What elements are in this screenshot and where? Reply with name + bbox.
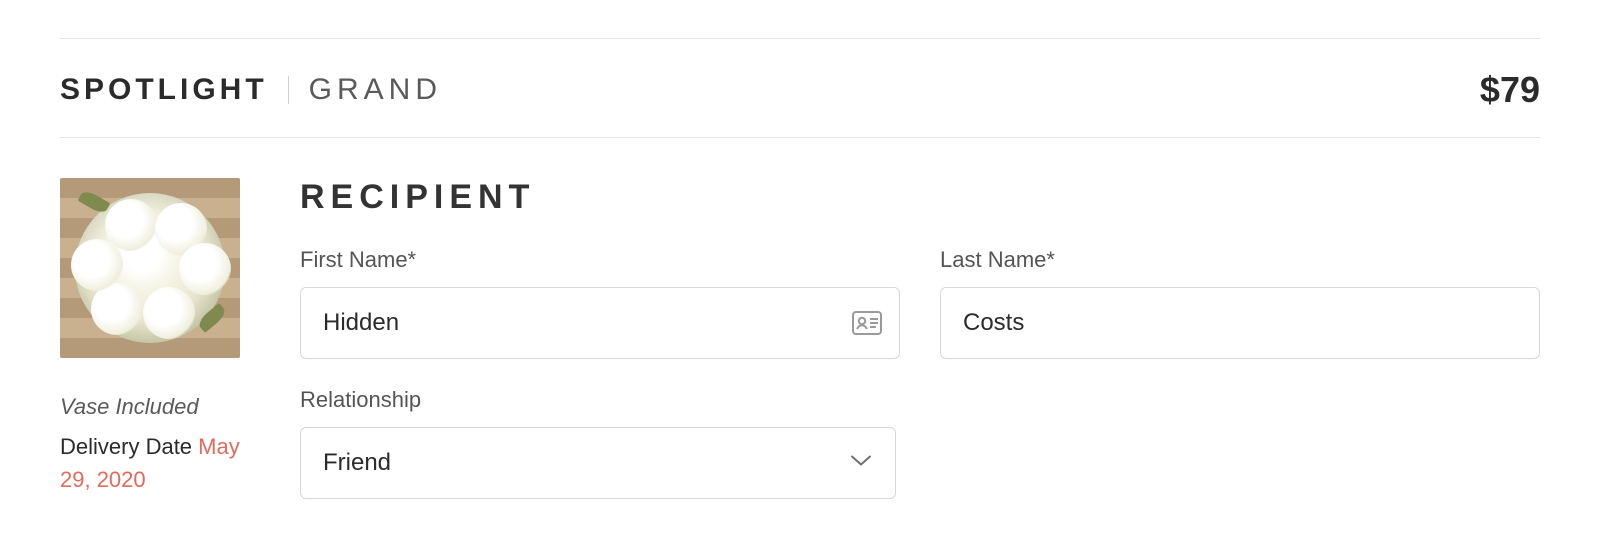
contact-card-icon: [852, 311, 882, 335]
relationship-select[interactable]: Friend: [300, 427, 896, 499]
relationship-selected-value: Friend: [323, 449, 391, 477]
last-name-input[interactable]: [940, 287, 1540, 359]
title-divider: [288, 76, 289, 104]
product-header: SPOTLIGHT GRAND $79: [60, 39, 1540, 137]
first-name-input[interactable]: [300, 287, 900, 359]
first-name-label: First Name*: [300, 247, 900, 273]
product-variant: GRAND: [309, 73, 442, 107]
product-thumbnail: [60, 178, 240, 358]
recipient-heading: RECIPIENT: [300, 178, 1540, 217]
delivery-date-label: Delivery Date: [60, 434, 192, 459]
product-title-block: SPOTLIGHT GRAND: [60, 73, 442, 107]
product-name: SPOTLIGHT: [60, 73, 268, 107]
last-name-label: Last Name*: [940, 247, 1540, 273]
delivery-line: Delivery Date May 29, 2020: [60, 430, 240, 496]
relationship-label: Relationship: [300, 387, 896, 413]
product-price: $79: [1480, 69, 1540, 111]
vase-included-note: Vase Included: [60, 394, 240, 420]
